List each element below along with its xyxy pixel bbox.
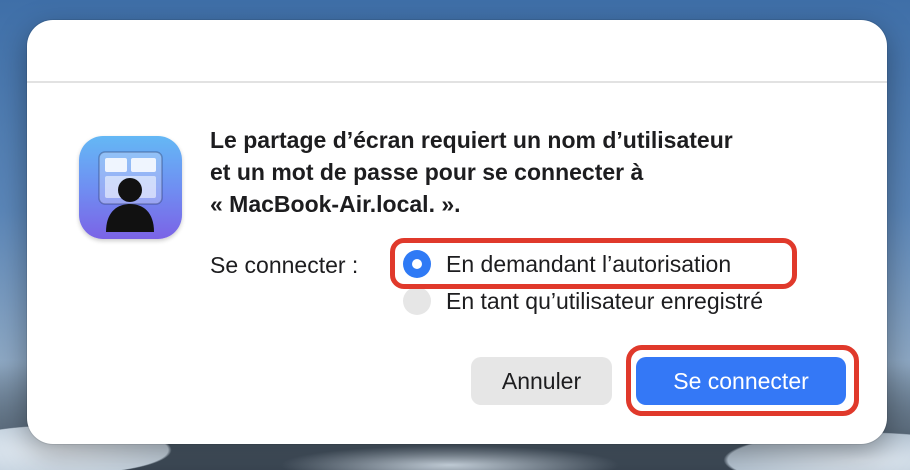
screen-sharing-login-dialog: Le partage d’écran requiert un nom d’uti… bbox=[27, 20, 887, 444]
screen-sharing-icon bbox=[79, 136, 182, 239]
radio-button-unselected[interactable] bbox=[403, 287, 431, 315]
cancel-button[interactable]: Annuler bbox=[471, 357, 612, 405]
message-line: « MacBook-Air.local. ». bbox=[210, 191, 461, 217]
radio-label[interactable]: En tant qu’utilisateur enregistré bbox=[446, 288, 763, 315]
radio-label[interactable]: En demandant l’autorisation bbox=[446, 251, 731, 278]
message-line: et un mot de passe pour se connecter à bbox=[210, 159, 644, 185]
message-line: Le partage d’écran requiert un nom d’uti… bbox=[210, 127, 733, 153]
titlebar-divider bbox=[27, 81, 887, 83]
connect-button[interactable]: Se connecter bbox=[636, 357, 846, 405]
radio-option-registered-user[interactable]: En tant qu’utilisateur enregistré bbox=[403, 287, 763, 315]
radio-button-selected[interactable] bbox=[403, 250, 431, 278]
dialog-message: Le partage d’écran requiert un nom d’uti… bbox=[210, 124, 860, 220]
radio-option-ask-permission[interactable]: En demandant l’autorisation bbox=[403, 250, 731, 278]
connect-label: Se connecter : bbox=[210, 252, 359, 278]
